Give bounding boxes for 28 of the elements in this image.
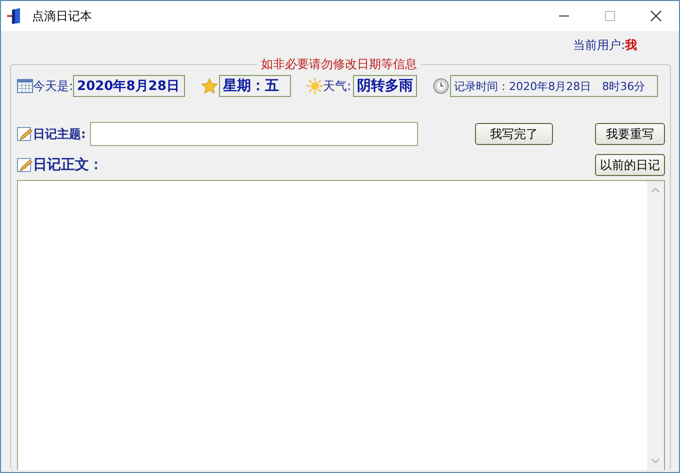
current-user-name: 我 (625, 36, 637, 54)
subject-input[interactable] (90, 122, 418, 146)
calendar-icon (17, 79, 33, 93)
group-legend: 如非必要请勿修改日期等信息 (257, 56, 421, 72)
diary-text-area[interactable] (17, 180, 665, 470)
rewrite-button[interactable]: 我要重写 (595, 123, 665, 145)
past-diaries-button[interactable]: 以前的日记 (595, 154, 665, 176)
sun-icon (307, 78, 324, 94)
weather-display: 阴转多雨 (353, 75, 418, 97)
note-pencil-icon (17, 126, 33, 142)
record-time-display: 记录时间：2020年8月28日 8时36分 (450, 75, 658, 97)
note-pencil-icon (17, 158, 33, 172)
clock-icon (433, 78, 450, 94)
date-display: 2020年8月28日 (73, 75, 186, 97)
body-label: 日记正文： (33, 156, 103, 174)
star-icon (201, 78, 218, 94)
maximize-icon[interactable] (604, 10, 616, 22)
current-user-label: 当前用户: (572, 36, 625, 54)
scrollbar[interactable] (647, 181, 664, 470)
scroll-up-icon[interactable] (651, 187, 660, 193)
finish-button[interactable]: 我写完了 (475, 123, 553, 145)
scroll-down-icon[interactable] (651, 458, 660, 464)
close-icon[interactable] (650, 10, 662, 22)
today-label: 今天是: (33, 78, 74, 94)
weather-label: 天气: (323, 78, 352, 94)
subject-label: 日记主题: (33, 126, 86, 142)
window-title: 点滴日记本 (32, 8, 92, 24)
weekday-display: 星期：五 (219, 75, 292, 97)
